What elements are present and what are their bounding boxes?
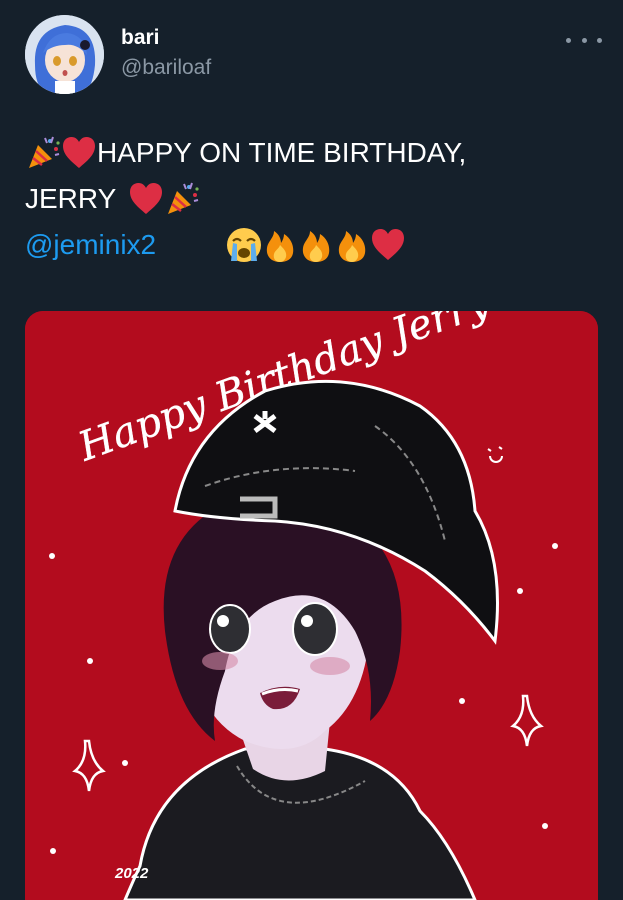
tweet-line-2: JERRY [25, 176, 595, 222]
more-options-icon[interactable] [566, 30, 602, 50]
avatar-image [25, 15, 104, 94]
tweet-line-1-text: HAPPY ON TIME BIRTHDAY, [97, 137, 467, 168]
loudly-crying-face-icon [226, 227, 262, 263]
author-handle[interactable]: @bariloaf [121, 56, 211, 80]
tweet-line-3: @jeminix2 [25, 222, 595, 268]
red-heart-icon [61, 135, 97, 171]
tweet-text: HAPPY ON TIME BIRTHDAY, JERRY @jeminix2 [25, 130, 595, 268]
tweet-media-image[interactable]: Happy Birthday Jerry 2022 [25, 311, 598, 900]
fire-icon [334, 227, 370, 263]
mention-link[interactable]: @jeminix2 [25, 222, 156, 268]
party-popper-icon [25, 135, 61, 171]
author-avatar[interactable] [25, 15, 104, 94]
tweet: bari @bariloaf HAPPY ON TIME BIRTHDAY, J… [0, 0, 623, 900]
author-name[interactable]: bari [121, 26, 160, 50]
party-popper-icon [164, 181, 200, 217]
birthday-artwork: Happy Birthday Jerry [25, 311, 598, 900]
tweet-line-2-text: JERRY [25, 183, 117, 214]
fire-icon [262, 227, 298, 263]
artwork-year: 2022 [115, 865, 149, 882]
fire-icon [298, 227, 334, 263]
red-heart-icon [370, 227, 406, 263]
tweet-line-1: HAPPY ON TIME BIRTHDAY, [25, 130, 595, 176]
red-heart-icon [128, 181, 164, 217]
